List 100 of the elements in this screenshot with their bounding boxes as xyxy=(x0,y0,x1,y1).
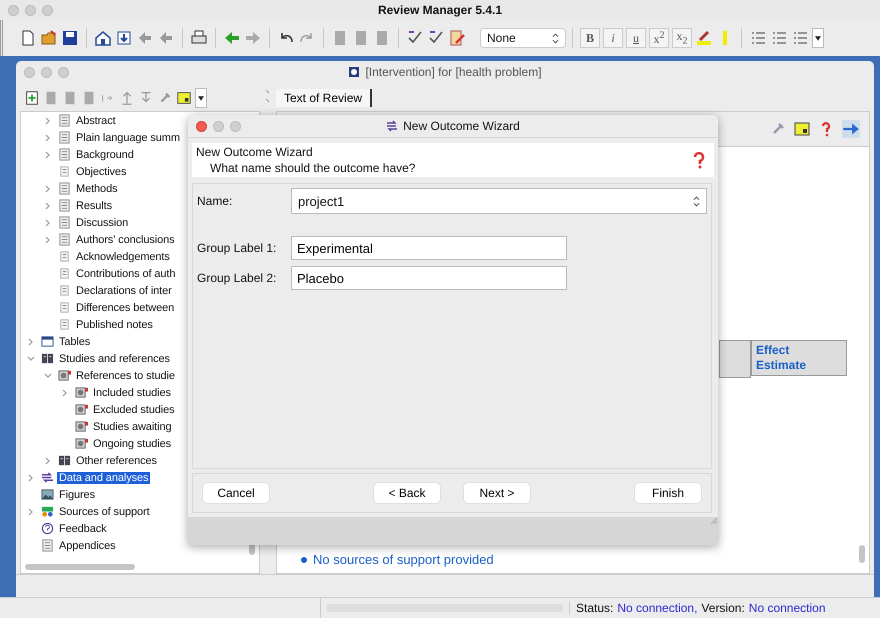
tree-item[interactable]: Declarations of inter xyxy=(74,284,174,296)
chevron-right-icon[interactable] xyxy=(44,236,52,244)
document-icon xyxy=(58,114,71,127)
tree-item[interactable]: Results xyxy=(74,200,114,212)
tree-item[interactable]: Authors' conclusions xyxy=(74,234,177,246)
window-control[interactable] xyxy=(8,4,19,16)
window-control[interactable] xyxy=(25,4,36,16)
add-document-icon[interactable] xyxy=(24,90,40,106)
dropdown-button[interactable] xyxy=(812,28,824,48)
tree-item[interactable]: Background xyxy=(74,148,136,160)
tree-item[interactable]: Plain language summ xyxy=(74,132,182,144)
document-icon xyxy=(58,148,71,161)
input-field[interactable]: Placebo xyxy=(291,266,567,290)
tree-item[interactable]: Tables xyxy=(57,336,92,348)
tree-item[interactable]: Objectives xyxy=(74,166,128,178)
tree-item[interactable]: Differences between xyxy=(74,302,176,314)
tree-item[interactable]: Appendices xyxy=(57,540,118,552)
tree-item[interactable]: Published notes xyxy=(74,318,155,330)
chevron-right-icon[interactable] xyxy=(44,184,52,192)
help-icon[interactable] xyxy=(692,151,706,169)
house-icon[interactable] xyxy=(94,29,112,47)
chevron-right-icon[interactable] xyxy=(61,388,69,396)
arrow-left-icon[interactable] xyxy=(223,29,241,47)
highlighter-icon[interactable] xyxy=(695,29,713,47)
open-folder-icon[interactable] xyxy=(40,29,58,47)
scrollbar-thumb[interactable] xyxy=(859,545,865,563)
tree-item[interactable]: Data and analyses xyxy=(57,472,150,484)
document-icon xyxy=(58,301,71,314)
chevron-right-icon[interactable] xyxy=(44,134,52,142)
format-button[interactable]: u xyxy=(626,28,646,48)
name-combobox[interactable]: project1 xyxy=(291,188,707,214)
tree-item[interactable]: Feedback xyxy=(57,522,109,534)
format-button[interactable]: x$^{2}$ xyxy=(649,28,669,48)
note-icon[interactable] xyxy=(176,90,192,106)
flagged-picture-icon xyxy=(75,403,88,416)
tab[interactable]: Text of Review xyxy=(276,89,372,107)
chevron-right-icon[interactable] xyxy=(44,456,52,464)
arrows-icon xyxy=(41,471,54,484)
chevron-right-icon[interactable] xyxy=(44,150,52,158)
splitter-grip-icon[interactable] xyxy=(265,89,271,103)
chevron-right-icon[interactable] xyxy=(44,218,52,226)
edit-icon[interactable] xyxy=(448,29,466,47)
window-control[interactable] xyxy=(213,120,224,132)
tree-item[interactable]: Contributions of auth xyxy=(74,268,178,280)
window-control[interactable] xyxy=(24,66,35,78)
status-label: Version: xyxy=(701,601,745,615)
save-icon[interactable] xyxy=(61,29,79,47)
chevron-right-icon[interactable] xyxy=(27,474,35,482)
field-label: Name: xyxy=(197,194,234,208)
tree-item[interactable]: Studies and references xyxy=(57,352,172,364)
chevron-right-icon[interactable] xyxy=(44,116,52,124)
close-button[interactable] xyxy=(196,120,207,132)
format-button[interactable]: x$_{2}$ xyxy=(672,28,692,48)
chevron-right-icon[interactable] xyxy=(27,338,35,346)
scrollbar-thumb[interactable] xyxy=(25,564,135,570)
table-header-cell xyxy=(719,340,751,378)
dialog-button[interactable]: Cancel xyxy=(203,483,269,503)
tree-item[interactable]: Figures xyxy=(57,488,97,500)
tree-item[interactable]: References to studie xyxy=(74,370,177,382)
document-icon xyxy=(58,233,71,246)
tree-item[interactable]: Sources of support xyxy=(57,506,152,518)
chevron-down-icon[interactable] xyxy=(27,354,35,362)
format-button[interactable]: i xyxy=(603,28,623,48)
tree-item[interactable]: Ongoing studies xyxy=(91,438,173,450)
chevron-down-icon[interactable] xyxy=(44,372,52,380)
tree-item[interactable]: Acknowledgements xyxy=(74,250,172,262)
chevron-right-icon[interactable] xyxy=(27,508,35,516)
arrow-right-icon[interactable] xyxy=(244,29,262,47)
dropdown-button[interactable] xyxy=(195,88,207,108)
chevron-right-icon[interactable] xyxy=(44,202,52,210)
window-control[interactable] xyxy=(41,66,52,78)
resize-grip-icon[interactable] xyxy=(710,517,718,525)
wizard-heading: New Outcome Wizard xyxy=(196,145,314,159)
style-select[interactable]: None xyxy=(481,29,565,47)
arrows-icon xyxy=(386,120,398,132)
tree-item[interactable]: Discussion xyxy=(74,216,130,228)
document-icon xyxy=(58,165,71,178)
format-button[interactable]: B xyxy=(580,28,600,48)
window-control[interactable] xyxy=(58,66,69,78)
document-icon xyxy=(58,318,71,331)
wizard-question: What name should the outcome have? xyxy=(209,161,416,175)
tree-item[interactable]: Studies awaiting xyxy=(91,420,174,432)
dialog-button[interactable]: Finish xyxy=(635,483,701,503)
tree-item[interactable]: Abstract xyxy=(74,114,118,126)
import-icon[interactable] xyxy=(115,29,133,47)
support-text[interactable]: No sources of support provided xyxy=(313,552,494,567)
dialog-button[interactable]: < Back xyxy=(374,483,440,503)
dialog-button[interactable]: Next > xyxy=(464,483,530,503)
help-circle-icon xyxy=(41,522,54,535)
document-icon xyxy=(58,284,71,297)
note-icon[interactable] xyxy=(793,120,811,138)
book-icon xyxy=(58,454,71,467)
tree-item[interactable]: Included studies xyxy=(91,386,173,398)
tree-item[interactable]: Methods xyxy=(74,182,120,194)
tree-item[interactable]: Other references xyxy=(74,454,159,466)
window-control[interactable] xyxy=(230,120,241,132)
input-field[interactable]: Experimental xyxy=(291,236,567,260)
window-control[interactable] xyxy=(42,4,53,16)
table-icon xyxy=(41,335,54,348)
tree-item[interactable]: Excluded studies xyxy=(91,404,177,416)
